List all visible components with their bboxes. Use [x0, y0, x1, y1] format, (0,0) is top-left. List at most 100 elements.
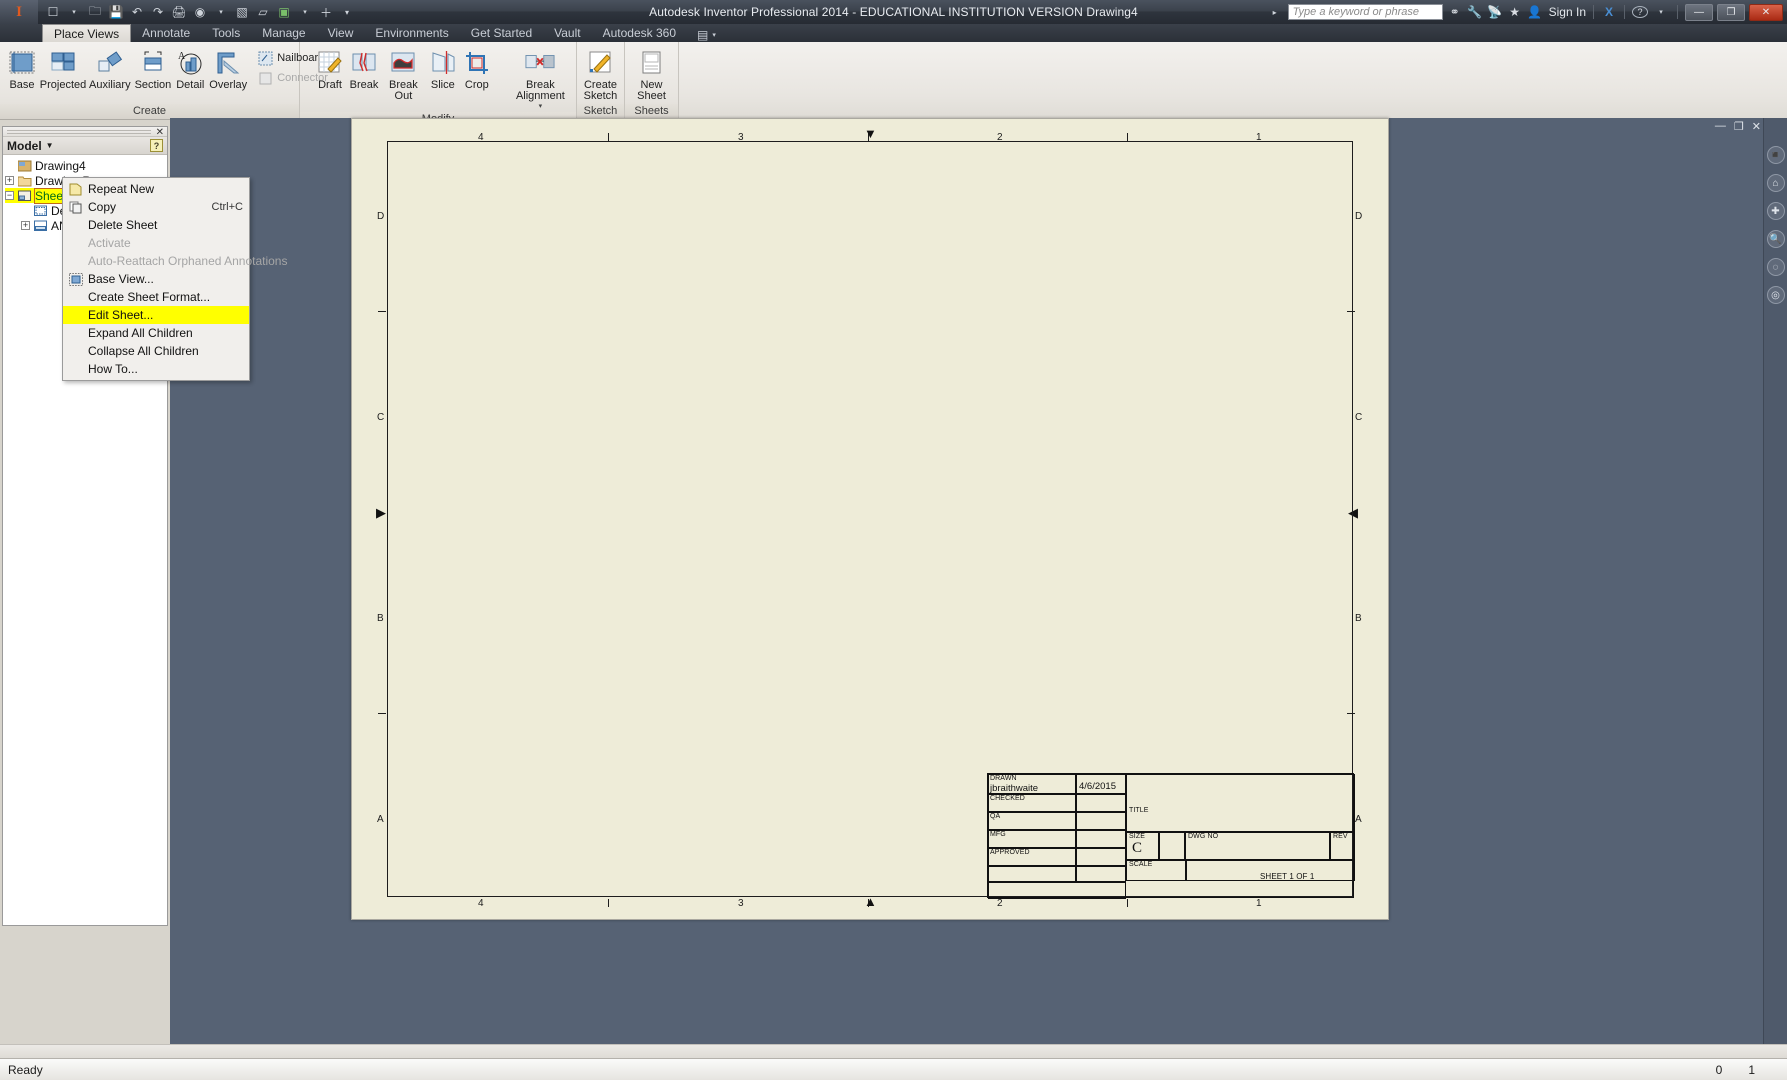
add-icon[interactable]: ＋: [317, 3, 335, 21]
autodesk-exchange-icon[interactable]: X: [1601, 5, 1617, 19]
tab-tools[interactable]: Tools: [201, 24, 251, 42]
browser-drag-handle[interactable]: ✕: [3, 127, 167, 138]
create-sketch-button[interactable]: Create Sketch: [579, 46, 622, 104]
title-block[interactable]: DRAWN jbraithwaite 4/6/2015 CHECKED QA M…: [987, 773, 1355, 899]
new-caret-icon[interactable]: ▾: [65, 3, 83, 21]
new-sheet-button[interactable]: New Sheet: [627, 46, 676, 104]
help-icon[interactable]: ?: [150, 139, 163, 152]
section-view-button[interactable]: Section: [134, 46, 173, 93]
drawing-sheet[interactable]: 4 3 2 1 4 3 2 1 D C B A D C B A ▼ ▲ ▶ ◀ …: [351, 118, 1389, 920]
binoculars-icon[interactable]: ⚭: [1447, 5, 1463, 19]
undo-icon[interactable]: ↶: [128, 3, 146, 21]
menu-item-how-to[interactable]: How To...: [63, 360, 249, 378]
close-button[interactable]: ✕: [1749, 3, 1783, 21]
infocenter-expand-icon[interactable]: ▸: [1266, 3, 1284, 21]
home-icon[interactable]: ⌂: [1766, 174, 1785, 192]
base-view-button[interactable]: Base: [6, 46, 38, 93]
save-icon[interactable]: 💾: [107, 3, 125, 21]
detail-view-button[interactable]: A Detail: [174, 46, 206, 93]
chevron-down-icon[interactable]: ▼: [46, 141, 54, 150]
titleblock-qa-cell: [988, 812, 1076, 830]
help-icon[interactable]: ?: [1632, 6, 1648, 18]
titleblock-dwg-no-cell: [1159, 832, 1185, 860]
projected-view-label: Projected: [39, 79, 87, 91]
customize-caret-icon[interactable]: ▾: [338, 3, 356, 21]
break-button[interactable]: Break: [348, 46, 380, 93]
menu-item-edit-sheet[interactable]: Edit Sheet...: [63, 306, 249, 324]
drawing-canvas[interactable]: — ❐ ✕ 4 3 2 1 4 3 2 1 D C B A D C B A ▼ …: [170, 118, 1787, 1044]
svg-text:A: A: [178, 51, 186, 62]
tab-vault[interactable]: Vault: [543, 24, 591, 42]
return-icon[interactable]: ▱: [254, 3, 272, 21]
expander-icon[interactable]: −: [5, 191, 14, 200]
sheet-context-menu[interactable]: Repeat New Copy Ctrl+C Delete Sheet Acti…: [62, 177, 287, 381]
menu-item-collapse-all-children[interactable]: Collapse All Children: [63, 342, 249, 360]
search-input[interactable]: Type a keyword or phrase: [1287, 4, 1443, 20]
repeat-new-icon: [67, 182, 84, 197]
nailboard-icon: [257, 50, 273, 66]
satellite-icon[interactable]: 📡: [1487, 5, 1503, 19]
help-caret-icon[interactable]: ▾: [1652, 3, 1670, 21]
break-alignment-button[interactable]: Break Alignment ▾: [511, 46, 570, 112]
wrench-icon[interactable]: 🔧: [1467, 5, 1483, 19]
draft-button[interactable]: Draft: [314, 46, 346, 93]
auxiliary-view-label: Auxiliary: [89, 79, 131, 91]
document-close-button[interactable]: ✕: [1752, 120, 1761, 133]
open-icon[interactable]: 🗀: [86, 3, 104, 21]
star-icon[interactable]: ★: [1507, 5, 1523, 19]
look-at-icon[interactable]: ◎: [1766, 286, 1785, 304]
update-caret-icon[interactable]: ▾: [212, 3, 230, 21]
tab-view[interactable]: View: [317, 24, 365, 42]
tab-get-started[interactable]: Get Started: [460, 24, 543, 42]
divider: [1624, 5, 1625, 19]
tab-environments[interactable]: Environments: [364, 24, 459, 42]
tab-annotate[interactable]: Annotate: [131, 24, 201, 42]
titleblock-blank-cell: [988, 866, 1076, 882]
material-icon[interactable]: ▣: [275, 3, 293, 21]
tab-autodesk-360[interactable]: Autodesk 360: [592, 24, 687, 42]
new-icon[interactable]: ☐: [44, 3, 62, 21]
menu-item-delete-sheet[interactable]: Delete Sheet: [63, 216, 249, 234]
expander-icon[interactable]: +: [21, 221, 30, 230]
user-icon[interactable]: 👤: [1527, 5, 1543, 19]
crop-button[interactable]: Crop: [461, 46, 493, 93]
projected-view-button[interactable]: Projected: [40, 46, 86, 93]
menu-item-create-sheet-format[interactable]: Create Sheet Format...: [63, 288, 249, 306]
document-minimize-button[interactable]: —: [1715, 120, 1726, 133]
print-icon[interactable]: 🖨: [170, 3, 188, 21]
chevron-down-icon[interactable]: ▾: [539, 103, 543, 110]
overlay-view-button[interactable]: Overlay: [208, 46, 248, 93]
sign-in-button[interactable]: Sign In: [1549, 5, 1586, 19]
slice-button[interactable]: Slice: [427, 46, 459, 93]
document-restore-button[interactable]: ❐: [1734, 120, 1744, 133]
pan-icon[interactable]: ✚: [1766, 202, 1785, 220]
titleblock-size-label: SIZE: [1129, 833, 1145, 840]
material-caret-icon[interactable]: ▾: [296, 3, 314, 21]
auxiliary-view-icon: [95, 48, 125, 78]
view-cube-icon[interactable]: ◾: [1766, 146, 1785, 164]
titleblock-approved-date-cell: [1076, 848, 1126, 866]
tree-item-drawing4[interactable]: Drawing4: [5, 158, 167, 173]
close-icon[interactable]: ✕: [156, 127, 164, 138]
ribbon-display-options[interactable]: ▤ ▾: [697, 28, 716, 42]
zoom-icon[interactable]: 🔍: [1766, 230, 1785, 248]
break-out-button[interactable]: Break Out: [382, 46, 425, 104]
menu-item-expand-all-children[interactable]: Expand All Children: [63, 324, 249, 342]
menu-item-base-view[interactable]: Base View...: [63, 270, 249, 288]
tab-place-views[interactable]: Place Views: [42, 24, 132, 42]
select-icon[interactable]: ▧: [233, 3, 251, 21]
restore-button[interactable]: ❐: [1717, 3, 1745, 21]
menu-item-label: Base View...: [88, 272, 154, 286]
orbit-icon[interactable]: ◌: [1766, 258, 1785, 276]
update-icon[interactable]: ◉: [191, 3, 209, 21]
minimize-button[interactable]: —: [1685, 3, 1713, 21]
menu-item-copy[interactable]: Copy Ctrl+C: [63, 198, 249, 216]
titleblock-title-cell: [1126, 774, 1355, 832]
expander-icon[interactable]: +: [5, 176, 14, 185]
projected-view-icon: [48, 48, 78, 78]
auxiliary-view-button[interactable]: Auxiliary: [88, 46, 132, 93]
redo-icon[interactable]: ↷: [149, 3, 167, 21]
menu-item-repeat-new[interactable]: Repeat New: [63, 180, 249, 198]
application-menu-button[interactable]: I: [0, 0, 38, 24]
tab-manage[interactable]: Manage: [251, 24, 316, 42]
